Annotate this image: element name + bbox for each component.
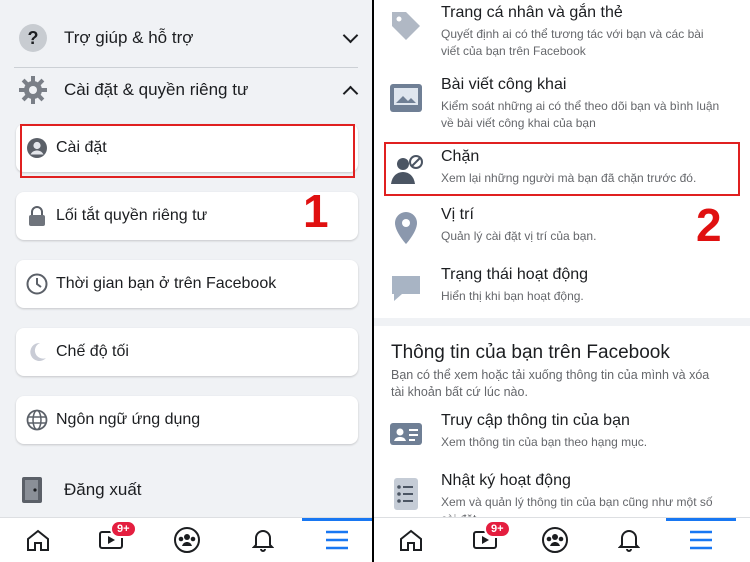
lock-icon [26,205,48,227]
highlight-box-blocking [384,142,740,196]
section-description: Bạn có thể xem hoặc tải xuống thông tin … [391,368,710,399]
id-card-icon [390,423,422,445]
active-status-title: Trạng thái hoạt động [441,266,589,283]
groups-icon [174,527,200,553]
settings-privacy-label: Cài đặt & quyền riêng tư [64,80,249,99]
section-title: Thông tin của bạn trên Facebook [391,342,670,363]
step-marker-2: 2 [696,199,722,251]
tag-icon [392,12,420,40]
profile-tagging-title: Trang cá nhân và gắn thẻ [441,4,623,21]
public-posts-item[interactable]: Bài viết công khai Kiểm soát những ai có… [388,76,740,136]
active-tab-indicator [302,518,372,521]
logout-label: Đăng xuất [64,480,142,499]
access-information-title: Truy cập thông tin của bạn [441,412,630,429]
location-pin-icon [395,212,417,244]
section-divider [374,318,750,326]
watch-notification-badge: 9+ [484,520,511,538]
tab-groups[interactable] [540,526,570,554]
tab-menu[interactable] [322,526,352,554]
public-posts-subtitle: Kiểm soát những ai có thể theo dõi bạn v… [441,99,720,130]
tab-watch[interactable]: 9+ [96,520,137,554]
chat-bubble-icon [392,276,420,301]
app-language-label: Ngôn ngữ ứng dụng [56,411,201,428]
gear-icon [19,76,47,104]
active-status-item[interactable]: Trạng thái hoạt động Hiển thị khi bạn ho… [388,266,740,316]
help-support-label: Trợ giúp & hỗ trợ [64,28,194,47]
location-title: Vị trí [441,206,474,223]
active-status-subtitle: Hiển thị khi bạn hoạt động. [441,289,584,303]
dark-mode-card[interactable]: Chế độ tối [16,328,358,376]
profile-tagging-subtitle: Quyết định ai có thể tương tác với bạn v… [441,27,704,58]
tab-home[interactable] [23,526,53,554]
question-icon: ? [19,24,47,52]
activity-log-item[interactable]: Nhật ký hoạt động Xem và quản lý thông t… [388,472,740,526]
profile-tagging-item[interactable]: Trang cá nhân và gắn thẻ Quyết định ai c… [388,4,740,64]
home-icon [400,529,422,551]
tab-watch[interactable]: 9+ [470,520,511,554]
chevron-up-icon [342,85,359,102]
settings-privacy-row[interactable]: Cài đặt & quyền riêng tư [0,66,372,114]
home-icon [27,529,49,551]
step-marker-1: 1 [303,185,329,237]
menu-icon [326,530,348,550]
clock-icon [26,273,48,295]
tab-notifications[interactable] [614,526,644,554]
location-subtitle: Quản lý cài đặt vị trí của bạn. [441,229,597,243]
logout-row[interactable]: Đăng xuất [0,466,372,514]
groups-icon [542,527,568,553]
time-on-facebook-label: Thời gian bạn ở trên Facebook [56,275,277,292]
app-language-card[interactable]: Ngôn ngữ ứng dụng [16,396,358,444]
chevron-down-icon [342,27,359,44]
door-icon [22,477,42,503]
active-tab-indicator [666,518,736,521]
right-screenshot: Trang cá nhân và gắn thẻ Quyết định ai c… [374,0,750,562]
access-information-item[interactable]: Truy cập thông tin của bạn Xem thông tin… [388,412,740,462]
globe-icon [26,409,48,431]
activity-list-icon [394,478,418,510]
time-on-facebook-card[interactable]: Thời gian bạn ở trên Facebook [16,260,358,308]
privacy-shortcuts-label: Lối tắt quyền riêng tư [56,207,208,224]
watch-notification-badge: 9+ [110,520,137,538]
bell-icon [618,530,640,552]
svg-text:?: ? [28,28,39,48]
bottom-tab-bar: 9+ [0,517,372,562]
bottom-tab-bar: 9+ [374,517,750,562]
highlight-box-settings [20,124,355,178]
moon-icon [26,341,48,363]
dark-mode-label: Chế độ tối [56,343,129,360]
location-item[interactable]: Vị trí Quản lý cài đặt vị trí của bạn. [388,206,740,256]
image-post-icon [390,84,422,112]
activity-log-title: Nhật ký hoạt động [441,472,571,489]
access-information-subtitle: Xem thông tin của bạn theo hạng mục. [441,435,648,449]
bell-icon [252,530,274,552]
tab-groups[interactable] [172,526,202,554]
left-screenshot: ? Trợ giúp & hỗ trợ Cài đặt & quyền riên… [0,0,372,562]
help-support-row[interactable]: ? Trợ giúp & hỗ trợ [0,14,372,62]
public-posts-title: Bài viết công khai [441,76,567,93]
tab-notifications[interactable] [248,526,278,554]
tab-menu[interactable] [686,526,716,554]
menu-icon [690,530,712,550]
tab-home[interactable] [396,526,426,554]
